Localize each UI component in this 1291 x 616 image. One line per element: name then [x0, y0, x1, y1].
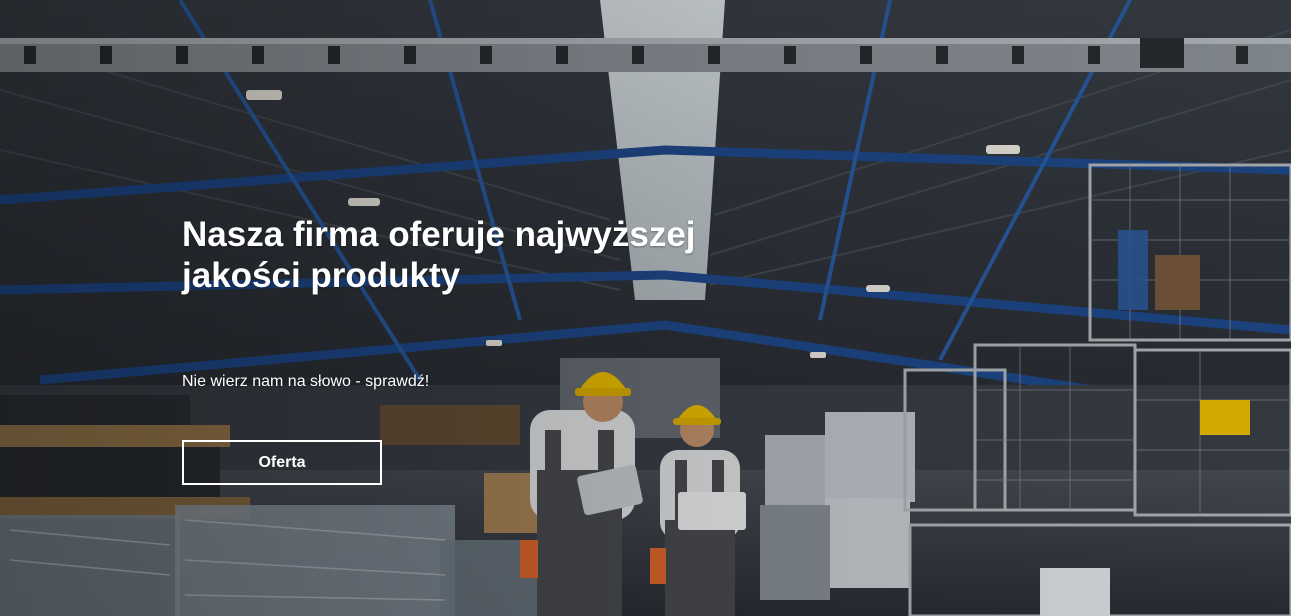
hero-section: Nasza firma oferuje najwyższej jakości p… [0, 0, 1291, 616]
hero-subtitle: Nie wierz nam na słowo - sprawdź! [182, 373, 430, 390]
offer-button[interactable]: Oferta [182, 440, 382, 485]
hero-title: Nasza firma oferuje najwyższej jakości p… [182, 215, 696, 295]
hero-overlay [0, 0, 1291, 616]
